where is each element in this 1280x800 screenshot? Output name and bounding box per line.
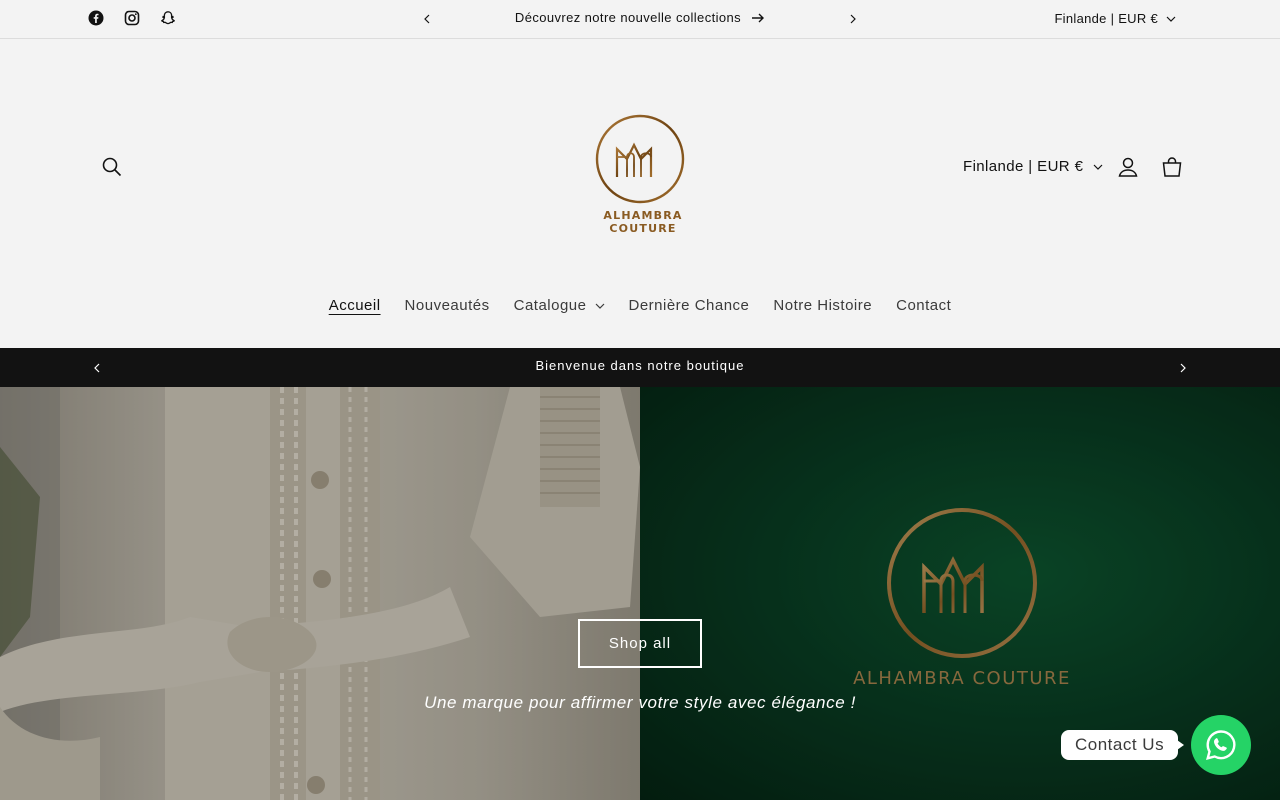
social-links <box>88 10 176 26</box>
banner-text: Bienvenue dans notre boutique <box>535 358 745 373</box>
announcement-text: Découvrez notre nouvelle collections <box>514 10 742 25</box>
chevron-down-icon <box>1166 16 1176 22</box>
announcement-prev-button[interactable] <box>419 11 435 27</box>
nav-item-accueil[interactable]: Accueil <box>329 297 381 314</box>
nav-label: Contact <box>896 297 952 314</box>
user-icon <box>1118 157 1138 177</box>
contact-us-label[interactable]: Contact Us <box>1061 730 1185 760</box>
nav-label: Dernière Chance <box>628 297 750 314</box>
site-header: ALHAMBRA COUTURE Finlande | EUR € Accuei… <box>0 39 1280 348</box>
announcement[interactable]: Découvrez notre nouvelle collections <box>480 10 800 25</box>
banner-next-button[interactable] <box>1175 360 1191 376</box>
utility-bar: Découvrez notre nouvelle collections Fin… <box>0 0 1280 39</box>
logo-emblem <box>595 114 685 204</box>
locale-label: Finlande | EUR € <box>963 158 1084 175</box>
announcement-next-button[interactable] <box>845 11 861 27</box>
snapchat-icon[interactable] <box>160 10 176 26</box>
nav-label: Nouveautés <box>404 297 490 314</box>
utility-locale-selector[interactable]: Finlande | EUR € <box>1054 11 1176 26</box>
button-label: Shop all <box>608 635 672 652</box>
nav-item-notre-histoire[interactable]: Notre Histoire <box>773 297 872 314</box>
search-button[interactable] <box>100 155 124 179</box>
nav-item-catalogue[interactable]: Catalogue <box>514 297 605 314</box>
announcement-link[interactable]: Découvrez notre nouvelle collections <box>515 10 765 25</box>
header-locale-selector[interactable]: Finlande | EUR € <box>963 158 1103 175</box>
facebook-icon[interactable] <box>88 10 104 26</box>
shopping-bag-icon <box>1162 157 1182 177</box>
hero-tagline: Une marque pour affirmer votre style ave… <box>424 693 856 712</box>
whatsapp-icon <box>1206 730 1236 760</box>
nav-label: Accueil <box>328 297 381 314</box>
cart-button[interactable] <box>1160 155 1184 179</box>
nav-item-contact[interactable]: Contact <box>896 297 951 314</box>
nav-label: Notre Histoire <box>773 297 873 314</box>
main-navigation: Accueil Nouveautés Catalogue Dernière Ch… <box>0 297 1280 314</box>
account-button[interactable] <box>1116 155 1140 179</box>
welcome-banner: Bienvenue dans notre boutique <box>0 348 1280 387</box>
search-icon <box>102 157 122 177</box>
nav-item-nouveautes[interactable]: Nouveautés <box>405 297 490 314</box>
chevron-down-icon <box>595 303 604 309</box>
locale-label: Finlande | EUR € <box>1054 11 1158 26</box>
whatsapp-button[interactable] <box>1191 715 1251 775</box>
nav-item-derniere-chance[interactable]: Dernière Chance <box>629 297 750 314</box>
shop-all-button[interactable]: Shop all <box>578 619 702 668</box>
instagram-icon[interactable] <box>124 10 140 26</box>
nav-label: Catalogue <box>513 297 587 314</box>
logo-text: ALHAMBRA COUTURE <box>603 209 683 235</box>
chevron-down-icon <box>1093 164 1103 170</box>
arrow-right-icon <box>752 13 765 23</box>
chevron-right-icon <box>1180 363 1186 373</box>
site-logo[interactable]: ALHAMBRA COUTURE <box>570 109 716 235</box>
